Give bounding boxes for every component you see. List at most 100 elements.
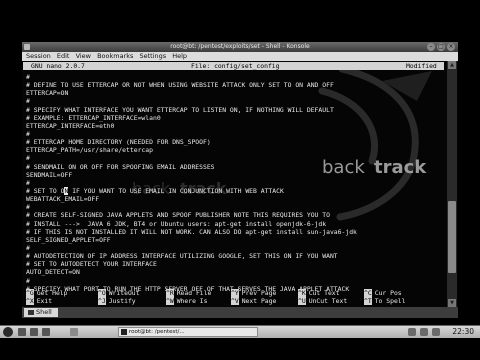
shortcut-row-2: ^X Exit ^J Justify ^W Where Is ^V Next Page ^U Un… [26,297,446,305]
nano-header-bar: GNU nano 2.0.7 File: config/set_config M… [23,62,444,70]
shortcut-label: UnCut Text [308,297,348,305]
taskbar-task-konsole[interactable]: root@bt: /pentest/... [118,327,258,337]
shortcut-cur-pos: ^C Cur Pos [364,289,402,297]
shortcut-key: ^Y [231,289,239,297]
volume-icon[interactable] [420,328,428,336]
shortcut-label: To Spell [374,297,406,305]
editor-line: # IF THIS IS NOT INSTALLED IT WILL NOT W… [26,227,357,236]
editor-line: AUTO_DETECT=ON [26,268,80,277]
editor-line: ETTERCAP_PATH=/usr/share/ettercap [26,146,153,155]
menu-bar: Session Edit View Bookmarks Settings Hel… [22,52,458,61]
shortcut-key: ^J [98,297,106,305]
shortcut-key: ^C [364,289,372,297]
taskbar: root@bt: /pentest/... 22:30 [0,325,480,338]
konsole-tab-bar: Shell [22,307,458,318]
shortcut-writeout: ^O WriteOut [98,289,139,297]
editor-line: # [26,243,30,252]
editor-line: # ETTERCAP HOME DIRECTORY (NEEDED FOR DN… [26,138,211,147]
task-label: root@bt: /pentest/... [129,329,185,335]
scroll-down-icon[interactable]: ▼ [448,299,456,307]
editor-line: # [26,276,30,285]
konsole-window: root@bt: /pentest/exploits/set - Shell -… [22,42,458,318]
close-icon[interactable]: × [447,43,455,51]
terminal-scrollbar[interactable]: ▲ ▼ [447,61,457,307]
shortcut-key: ^G [26,289,34,297]
nano-status: Modified [406,62,437,70]
nano-filename: File: config/set_config [191,62,280,70]
menu-session[interactable]: Session [26,52,51,60]
shortcut-label: Next Page [241,297,277,305]
k-menu-icon[interactable] [3,327,13,337]
tab-shell-label: Shell [36,308,52,316]
editor-line: # DEFINE TO USE ETTERCAP OR NOT WHEN USI… [26,81,334,90]
menu-help[interactable]: Help [172,52,187,60]
editor-line: # EXAMPLE: ETTERCAP_INTERFACE=wlan0 [26,113,161,122]
keyboard-icon[interactable] [432,328,440,336]
shortcut-label: Read File [176,289,212,297]
shortcut-label: Cur Pos [374,289,402,297]
terminal-area[interactable]: back track back track GNU nano 2.0.7 Fil… [22,61,458,307]
shortcut-read-file: ^R Read File [166,289,211,297]
menu-settings[interactable]: Settings [139,52,166,60]
clock[interactable]: 22:30 [452,327,474,337]
shortcut-key: ^V [231,297,239,305]
browser-icon[interactable] [42,328,50,336]
shortcut-key: ^W [166,297,174,305]
menu-edit[interactable]: Edit [57,52,70,60]
shortcut-label: Where Is [176,297,208,305]
terminal-launcher-icon[interactable] [30,328,38,336]
menu-bookmarks[interactable]: Bookmarks [97,52,133,60]
network-icon[interactable] [408,328,416,336]
maximize-icon[interactable]: □ [437,43,445,51]
tab-shell[interactable]: Shell [24,308,58,317]
window-titlebar[interactable]: root@bt: /pentest/exploits/set - Shell -… [22,42,458,52]
editor-line: # SENDMAIL ON OR OFF FOR SPOOFING EMAIL … [26,162,215,171]
nano-version: GNU nano 2.0.7 [31,62,85,70]
wallpaper-logo-track: track [374,157,427,178]
shortcut-key: ^O [98,289,106,297]
editor-line: ETTERCAP_INTERFACE=eth0 [26,121,115,130]
editor-line: # AUTODETECTION OF IP ADDRESS INTERFACE … [26,252,338,261]
shortcut-label: WriteOut [108,289,140,297]
editor-line: # [26,129,30,138]
window-title: root@bt: /pentest/exploits/set - Shell -… [170,43,310,50]
shortcut-label: Prev Page [241,289,277,297]
editor-line: # CREATE SELF-SIGNED JAVA APPLETS AND SP… [26,211,330,220]
editor-line: # [26,97,30,106]
editor-line: # SET TO AUTODETECT YOUR INTERFACE [26,260,157,269]
shortcut-key: ^R [166,289,174,297]
cursor-line-after: IF YOU WANT TO USE EMAIL IN CONJUNCTION … [68,186,284,195]
editor-line: SENDMAIL=OFF [26,170,73,179]
shortcut-exit: ^X Exit [26,297,52,305]
scrollbar-thumb[interactable] [448,201,456,273]
shortcut-prev-page: ^Y Prev Page [231,289,276,297]
desktop-pager-icon[interactable] [70,328,78,336]
editor-content[interactable]: # # DEFINE TO USE ETTERCAP OR NOT WHEN US… [26,73,357,293]
editor-line: # [26,203,30,212]
cursor-line-before: # SET TO O [26,186,65,195]
shortcut-next-page: ^V Next Page [231,297,276,305]
scroll-up-icon[interactable]: ▲ [448,61,456,69]
menu-view[interactable]: View [76,52,91,60]
editor-line: # SPECIFY WHAT INTERFACE YOU WANT ETTERC… [26,105,334,114]
shortcut-key: ^X [26,297,34,305]
editor-line: # [26,178,30,187]
dragon-head-shape [382,71,432,101]
editor-line: # INSTALL ---> JAVA 6 JDK, BT4 or Ubuntu… [26,219,327,228]
shortcut-key: ^U [298,297,306,305]
shortcut-label: Justify [108,297,136,305]
shortcut-label: Exit [36,297,53,305]
shortcut-uncut-text: ^U UnCut Text [298,297,347,305]
editor-line: SELF_SIGNED_APPLET=OFF [26,235,111,244]
terminal-icon [28,310,34,315]
shortcut-get-help: ^G Get Help [26,289,67,297]
folder-icon[interactable] [18,328,26,336]
editor-line: # [26,73,30,81]
minimize-icon[interactable]: – [427,43,435,51]
editor-line: ETTERCAP=ON [26,89,69,98]
editor-line: # SET TO ON IF YOU WANT TO USE EMAIL IN … [26,186,357,195]
shortcut-justify: ^J Justify [98,297,136,305]
editor-line: WEBATTACK_EMAIL=OFF [26,195,100,204]
shortcut-label: Get Help [36,289,68,297]
editor-line: # [26,154,30,163]
